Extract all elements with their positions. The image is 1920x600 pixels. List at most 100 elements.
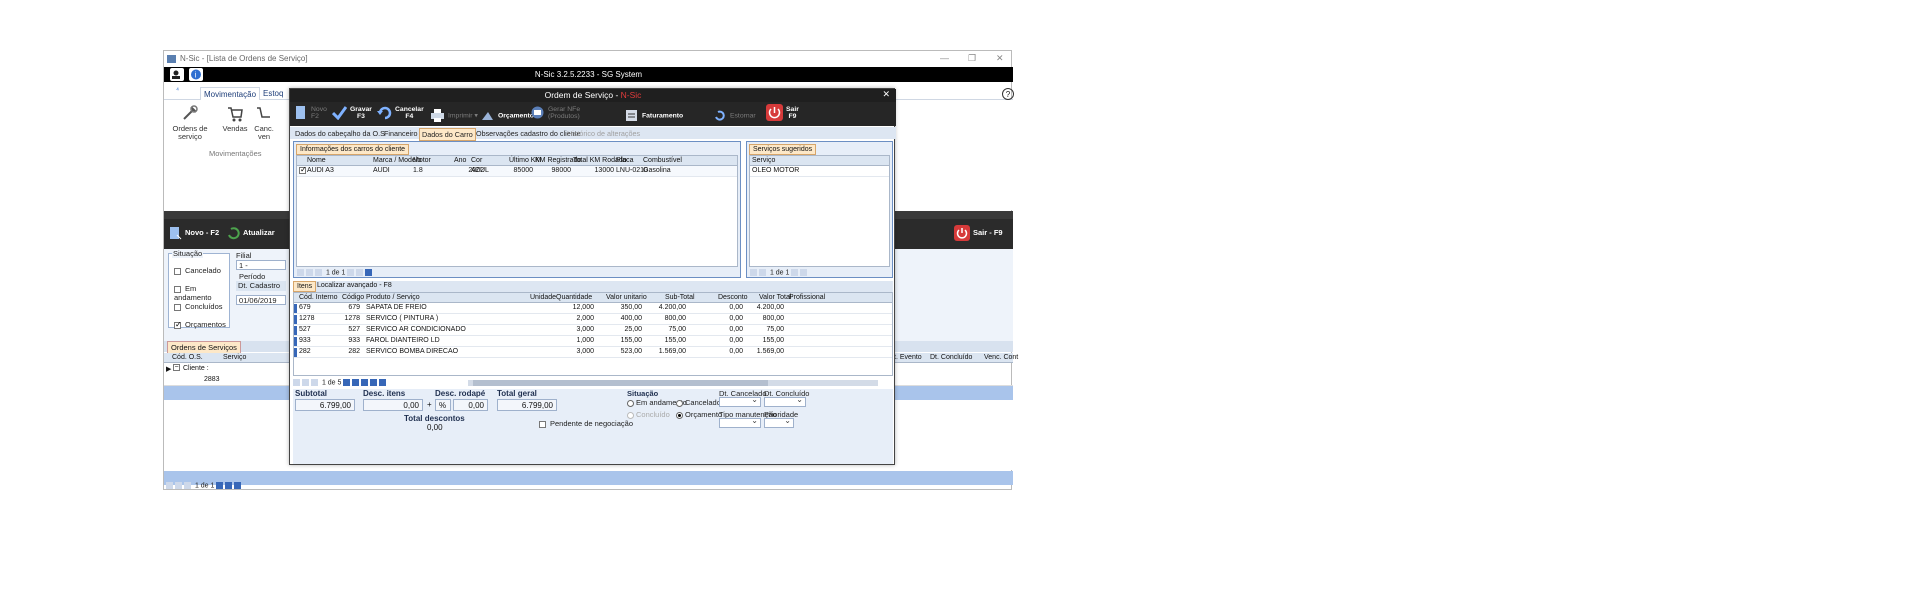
col-cod-interno[interactable]: Cód. Interno [299, 294, 338, 301]
new-button[interactable]: Novo - F2 [168, 226, 219, 240]
close-window-button[interactable]: ✕ [996, 53, 1004, 64]
tab-estoque[interactable]: Estoq [260, 87, 286, 100]
tab-dados-carro[interactable]: Dados do Carro [419, 128, 476, 141]
checkbox-em-andamento[interactable] [174, 285, 181, 293]
col-nome[interactable]: Nome [307, 157, 326, 164]
date-input[interactable]: 01/06/2019 [236, 295, 286, 305]
quick-access-icon[interactable]: ⁴ [176, 87, 179, 94]
prev-group-icon[interactable] [175, 482, 182, 489]
col-placa[interactable]: Placa [616, 157, 634, 164]
next-page-icon[interactable] [791, 269, 799, 276]
dialog-cancel-button[interactable]: Cancelar F4 [377, 105, 424, 120]
checkbox-orcamentos[interactable] [174, 320, 182, 329]
filial-select[interactable]: 1 - [236, 260, 286, 270]
dialog-budget-button[interactable]: Orçamento [480, 108, 534, 123]
dialog-billing-button[interactable]: Faturamento [624, 108, 683, 123]
col-quantidade[interactable]: Quantidade [556, 294, 592, 301]
last-page-icon[interactable] [356, 269, 364, 276]
col-profissional[interactable]: Profissional [789, 294, 825, 301]
info-icon[interactable]: i [189, 68, 203, 81]
item-row[interactable]: 282 282 SERVICO BOMBA DIRECAO 3,000 523,00 1.… [294, 347, 892, 358]
first-page-icon[interactable] [297, 269, 304, 276]
dt-concluido-picker[interactable] [764, 395, 806, 407]
item-row[interactable]: 679 679 SAPATA DE FREIO 12,000 350,00 4.200,0… [294, 303, 892, 314]
prev-group-icon[interactable] [302, 379, 309, 386]
first-page-icon[interactable] [166, 482, 173, 489]
tab-localizar-avancado[interactable]: Localizar avançado - F8 [317, 282, 392, 289]
prioridade-select[interactable] [764, 416, 794, 428]
item-row[interactable]: 1278 1278 SERVICO ( PINTURA ) 2,000 400,00 80… [294, 314, 892, 325]
minimize-button[interactable]: — [940, 53, 949, 63]
desc-itens-field[interactable]: 0,00 [363, 399, 423, 411]
first-page-icon[interactable] [293, 379, 300, 386]
tab-itens[interactable]: Itens [293, 281, 317, 292]
tipo-manutencao-select[interactable] [719, 416, 761, 428]
add-record-icon[interactable] [365, 269, 373, 276]
service-row[interactable]: OLEO MOTOR [750, 166, 889, 177]
col-desconto[interactable]: Desconto [718, 294, 748, 301]
col-valor-total[interactable]: Valor Total [759, 294, 791, 301]
last-page-icon[interactable] [352, 379, 360, 386]
radio-cancelado[interactable]: Cancelado [676, 398, 721, 407]
cancelar-vendas-button[interactable]: Canc. ven [254, 104, 274, 141]
exit-button-main[interactable]: Sair - F9 [954, 225, 1003, 241]
col-dt-concluido[interactable]: Dt. Concluído [930, 354, 972, 361]
refresh-button[interactable]: Atualizar [226, 226, 275, 240]
checkbox-pendente[interactable] [539, 420, 546, 428]
car-row[interactable]: AUDI A3 AUDI 1.8 2002 AZUL 85000 98000 1… [297, 165, 737, 177]
radio-concluido[interactable]: Concluído [627, 410, 670, 419]
prev-page-icon[interactable] [315, 269, 322, 276]
col-ano[interactable]: Ano [454, 157, 466, 164]
col-cor[interactable]: Cor [471, 157, 482, 164]
checkbox-concluidos[interactable] [174, 303, 181, 311]
col-servico-sugerido[interactable]: Serviço [752, 157, 775, 164]
total-geral-field[interactable]: 6.799,00 [497, 399, 557, 411]
horizontal-scrollbar[interactable] [468, 380, 878, 386]
filter-em-andamento[interactable]: Em andamento [174, 284, 229, 302]
maximize-button[interactable]: ❐ [968, 53, 976, 64]
col-servico[interactable]: Serviço [223, 354, 246, 361]
help-icon[interactable]: ? [1002, 88, 1014, 100]
add-record-icon[interactable] [361, 379, 369, 386]
tab-dados-cabecalho[interactable]: Dados do cabeçalho da O.S [293, 128, 387, 139]
col-produto-servico[interactable]: Produto / Serviço [366, 294, 420, 301]
expand-icon[interactable]: − [173, 364, 180, 371]
next-page-icon[interactable] [347, 269, 355, 276]
item-row[interactable]: 933 933 FAROL DIANTEIRO LD 1,000 155,00 155,0… [294, 336, 892, 347]
dialog-new-button[interactable]: Novo F2 [293, 105, 327, 120]
col-codigo[interactable]: Código [342, 294, 364, 301]
radio-orcamento[interactable]: Orçamento [676, 410, 722, 419]
desc-rodape-field[interactable]: 0,00 [453, 399, 488, 411]
pendente-negociacao[interactable]: Pendente de negociação [539, 419, 633, 428]
ordens-servico-button[interactable]: Ordens de serviço [170, 104, 210, 141]
last-page-icon[interactable] [234, 482, 242, 489]
col-sub-total[interactable]: Sub-Total [665, 294, 695, 301]
dialog-reverse-button[interactable]: Estornar [712, 108, 756, 123]
first-page-icon[interactable] [750, 269, 757, 276]
prev-page-icon[interactable] [311, 379, 318, 386]
prev-group-icon[interactable] [306, 269, 313, 276]
next-page-icon[interactable] [216, 482, 224, 489]
tab-financeiro[interactable]: Financeiro [382, 128, 420, 139]
dialog-save-button[interactable]: Gravar F3 [331, 105, 372, 121]
prev-page-icon[interactable] [759, 269, 766, 276]
vendas-button[interactable]: Vendas [220, 104, 250, 133]
tab-movimentacao[interactable]: Movimentação [200, 87, 261, 101]
last-page-icon[interactable] [800, 269, 808, 276]
dialog-print-button[interactable]: Imprimir ▾ [430, 108, 478, 123]
filter-concluidos[interactable]: Concluídos [174, 302, 223, 311]
tab-historico[interactable]: Histórico de alterações [565, 128, 642, 139]
filter-orcamentos[interactable]: Orçamentos [174, 320, 226, 329]
scrollbar-thumb[interactable] [473, 380, 768, 386]
prev-page-icon[interactable] [184, 482, 191, 489]
subtotal-field[interactable]: 6.799,00 [295, 399, 355, 411]
user-icon[interactable] [170, 68, 184, 81]
dialog-close-button[interactable]: ✕ [882, 89, 890, 100]
next-page-icon[interactable] [343, 379, 351, 386]
dialog-exit-button[interactable]: Sair F9 [766, 104, 799, 121]
next-group-icon[interactable] [225, 482, 233, 489]
desc-rodape-type[interactable]: % [435, 399, 451, 411]
filter-cancelado[interactable]: Cancelado [174, 266, 221, 275]
item-row[interactable]: 527 527 SERVICO AR CONDICIONADO 3,000 25,00 7… [294, 325, 892, 336]
col-cod-os[interactable]: Cód. O.S. [172, 354, 203, 361]
